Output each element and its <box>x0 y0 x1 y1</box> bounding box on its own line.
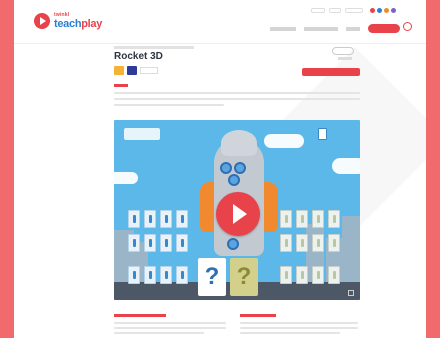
desc-line-3 <box>114 104 224 106</box>
subheading-right <box>240 314 276 317</box>
text-line <box>240 322 358 324</box>
text-line <box>240 327 358 329</box>
text-line <box>114 322 226 324</box>
play-game-button[interactable] <box>302 68 360 76</box>
social-icon-3[interactable] <box>384 8 389 13</box>
question-card[interactable]: ? <box>230 258 258 296</box>
measure-card[interactable] <box>296 234 308 252</box>
play-icon[interactable] <box>216 192 260 236</box>
nav-item-2[interactable] <box>304 26 338 31</box>
play-logo-icon[interactable] <box>34 13 50 29</box>
measure-card[interactable] <box>312 210 324 228</box>
measure-card[interactable] <box>280 234 292 252</box>
top-link-2[interactable] <box>329 8 341 13</box>
measure-card[interactable] <box>128 266 140 284</box>
measure-card[interactable] <box>160 234 172 252</box>
main-nav <box>270 24 400 33</box>
rocket-nose <box>221 130 257 156</box>
social-icon-2[interactable] <box>377 8 382 13</box>
cloud <box>114 172 138 184</box>
brand-main-b: play <box>81 18 103 30</box>
measure-card[interactable] <box>328 266 340 284</box>
rocket-porthole <box>220 162 232 174</box>
fullscreen-icon[interactable] <box>348 290 354 296</box>
measure-card[interactable] <box>176 266 188 284</box>
measure-card[interactable] <box>128 234 140 252</box>
game-player[interactable]: ? ? <box>114 120 360 300</box>
measure-card[interactable] <box>280 210 292 228</box>
nav-item-3[interactable] <box>346 26 360 31</box>
measure-card[interactable] <box>160 210 172 228</box>
question-card[interactable]: ? <box>198 258 226 296</box>
rocket-porthole <box>227 238 239 250</box>
measure-card[interactable] <box>128 210 140 228</box>
top-link-1[interactable] <box>311 8 325 13</box>
section-label <box>114 84 128 87</box>
rocket-porthole <box>234 162 246 174</box>
brand-logo[interactable]: teachplay <box>54 18 102 30</box>
social-icon-1[interactable] <box>370 8 375 13</box>
rocket-porthole <box>228 174 240 186</box>
measure-card[interactable] <box>176 234 188 252</box>
game-logo <box>124 128 160 140</box>
measure-card[interactable] <box>280 266 292 284</box>
brand-main-a: teach <box>54 18 82 30</box>
measure-card[interactable] <box>176 210 188 228</box>
text-line <box>240 332 340 334</box>
side-label <box>338 57 352 60</box>
text-line <box>114 332 204 334</box>
age-badge-icon <box>114 66 124 75</box>
measure-card[interactable] <box>312 266 324 284</box>
breadcrumb[interactable] <box>114 46 194 49</box>
desc-line-1 <box>114 92 360 94</box>
social-icons <box>370 8 396 13</box>
measure-card[interactable] <box>160 266 172 284</box>
account-icon[interactable] <box>403 22 412 31</box>
signup-button[interactable] <box>368 24 400 33</box>
badge-row <box>114 66 158 75</box>
subheading-left <box>114 314 166 317</box>
badge-label[interactable] <box>140 67 158 74</box>
measure-card[interactable] <box>296 210 308 228</box>
measure-card[interactable] <box>328 210 340 228</box>
desc-line-2 <box>114 98 360 100</box>
measure-card[interactable] <box>328 234 340 252</box>
city-building <box>342 216 360 282</box>
measure-card[interactable] <box>312 234 324 252</box>
measure-card[interactable] <box>144 266 156 284</box>
bottle-icon[interactable] <box>318 128 327 140</box>
cloud <box>332 158 360 174</box>
text-line <box>114 327 226 329</box>
page-title: Rocket 3D <box>114 51 163 62</box>
content-area: Rocket 3D ? ? <box>100 44 426 338</box>
top-link-3[interactable] <box>345 8 363 13</box>
page-frame: twinkl teachplay Rocket 3D ? ? <box>14 0 426 338</box>
nav-item-1[interactable] <box>270 26 296 31</box>
measure-card[interactable] <box>144 234 156 252</box>
site-header: twinkl teachplay <box>14 0 426 44</box>
social-icon-4[interactable] <box>391 8 396 13</box>
measure-card[interactable] <box>144 210 156 228</box>
flag-badge-icon <box>127 66 137 75</box>
cloud <box>264 134 304 148</box>
top-links <box>311 8 396 13</box>
favourite-button[interactable] <box>332 47 354 55</box>
measure-card[interactable] <box>296 266 308 284</box>
